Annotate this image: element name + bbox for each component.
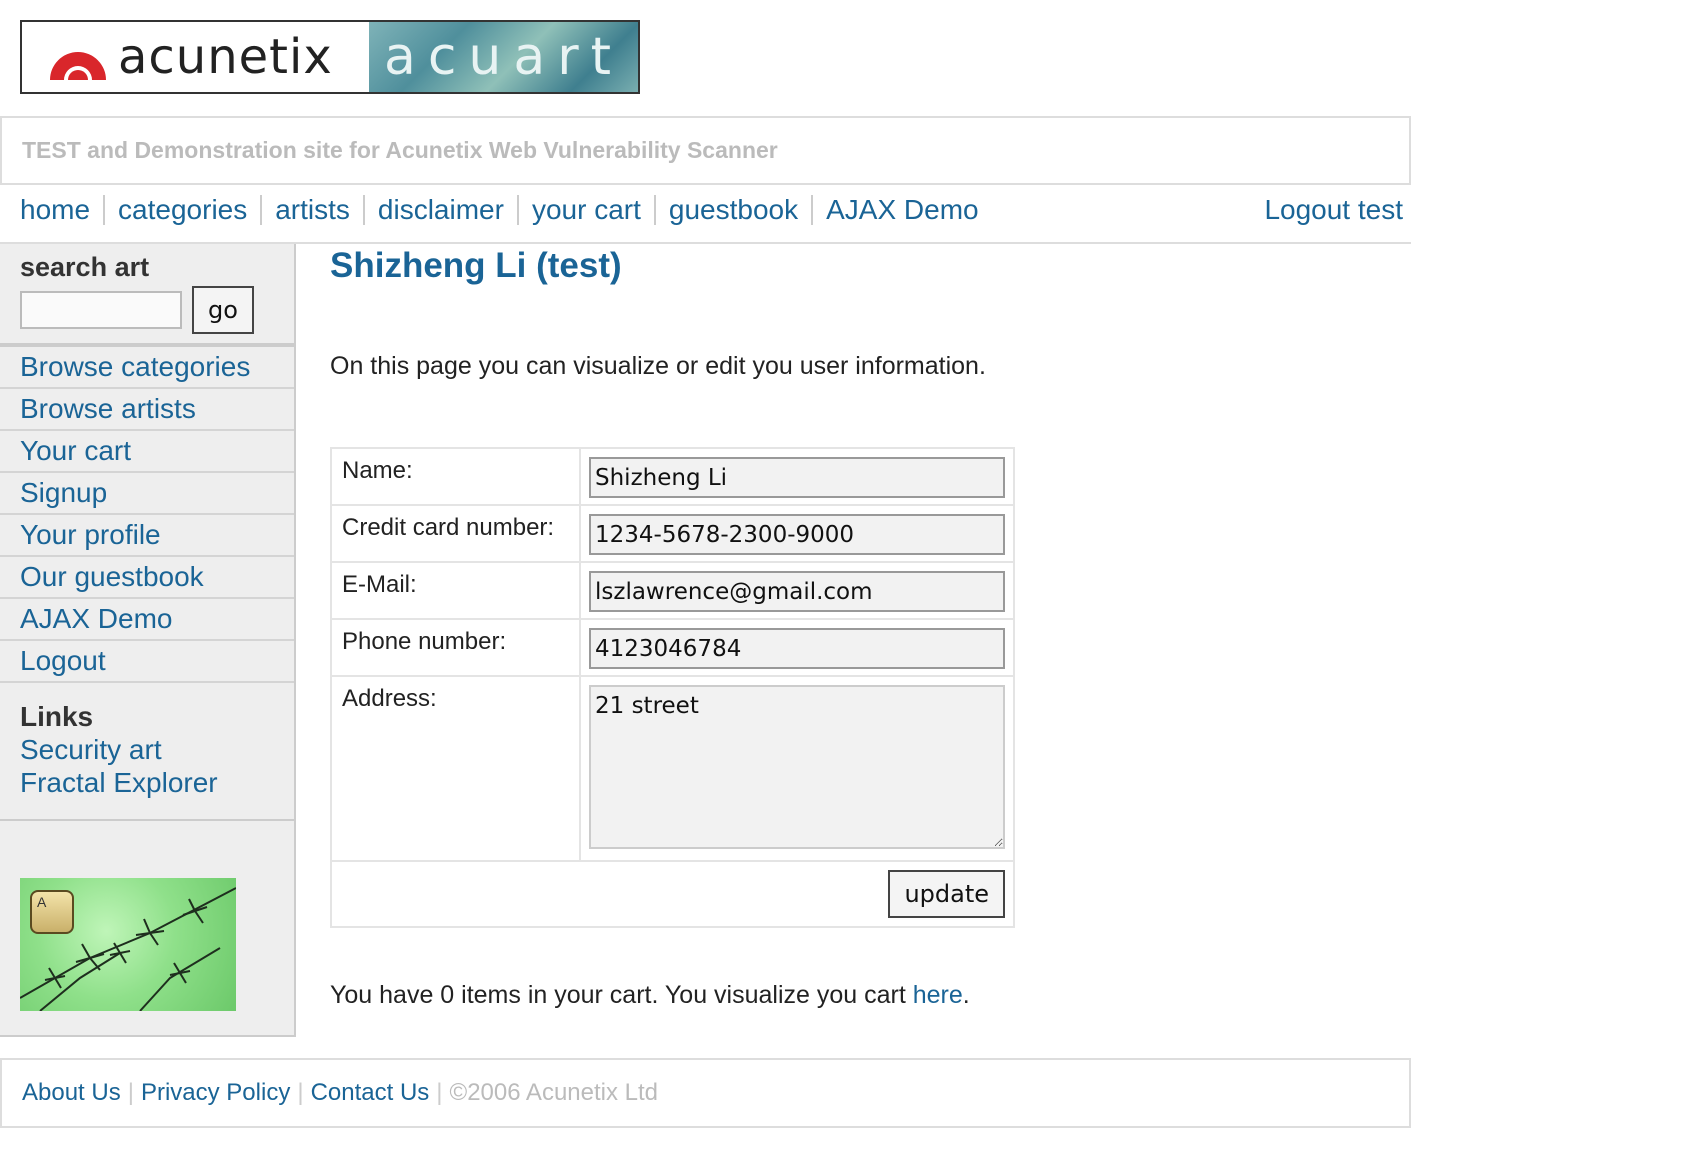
nav-categories[interactable]: categories (103, 195, 260, 225)
footer-about-us[interactable]: About Us (22, 1079, 121, 1107)
top-navigation: home categories artists disclaimer your … (0, 185, 1411, 244)
sidebar-item-your-profile[interactable]: Your profile (0, 515, 294, 557)
name-label: Name: (332, 449, 581, 504)
credit-card-field[interactable] (589, 514, 1005, 555)
logo-product-text: acuart (383, 27, 624, 87)
form-row-credit-card: Credit card number: (332, 506, 1013, 563)
nav-logout[interactable]: Logout test (1264, 185, 1403, 235)
footer-separator: | (436, 1079, 443, 1106)
email-label: E-Mail: (332, 563, 581, 618)
site-tagline: TEST and Demonstration site for Acunetix… (0, 116, 1411, 185)
sidebar-item-signup[interactable]: Signup (0, 473, 294, 515)
site-logo[interactable]: acunetix acuart (20, 20, 640, 94)
footer-privacy-policy[interactable]: Privacy Policy (141, 1079, 290, 1107)
footer-separator: | (127, 1079, 134, 1106)
sidebar-item-logout[interactable]: Logout (0, 641, 294, 683)
search-title: search art (20, 252, 150, 282)
sidebar: search art go Browse categories Browse a… (0, 244, 296, 1037)
sidebar-item-your-cart[interactable]: Your cart (0, 431, 294, 473)
acuart-logo: acuart (369, 22, 638, 92)
nav-your-cart[interactable]: your cart (516, 195, 654, 225)
form-row-email: E-Mail: (332, 563, 1013, 620)
cart-text-after: . (962, 981, 970, 1009)
sidebar-item-our-guestbook[interactable]: Our guestbook (0, 557, 294, 599)
nav-disclaimer[interactable]: disclaimer (362, 195, 517, 225)
acuart-badge-icon: A (30, 890, 74, 934)
footer-separator: | (297, 1079, 304, 1106)
form-row-phone: Phone number: (332, 620, 1013, 677)
cart-here-link[interactable]: here (913, 981, 963, 1009)
nav-guestbook[interactable]: guestbook (653, 195, 811, 225)
go-button[interactable]: go (192, 286, 254, 334)
fractal-banner-image[interactable]: A (20, 878, 236, 1011)
main-content: Shizheng Li (test) On this page you can … (330, 244, 1410, 1009)
search-input[interactable] (20, 291, 182, 329)
footer-contact-us[interactable]: Contact Us (311, 1079, 430, 1107)
address-field[interactable]: 21 street (589, 685, 1005, 849)
name-field[interactable] (589, 457, 1005, 498)
nav-ajax-demo[interactable]: AJAX Demo (811, 195, 992, 225)
logo-brand-text: acunetix (118, 29, 333, 85)
update-button[interactable]: update (888, 870, 1005, 918)
address-label: Address: (332, 677, 581, 860)
phone-label: Phone number: (332, 620, 581, 675)
footer-copyright: ©2006 Acunetix Ltd (449, 1079, 659, 1106)
sidebar-item-browse-categories[interactable]: Browse categories (0, 347, 294, 389)
links-title: Links (20, 701, 94, 732)
link-fractal-explorer[interactable]: Fractal Explorer (20, 766, 274, 799)
credit-card-label: Credit card number: (332, 506, 581, 561)
form-row-submit: update (332, 862, 1013, 926)
form-row-name: Name: (332, 449, 1013, 506)
sidebar-item-ajax-demo[interactable]: AJAX Demo (0, 599, 294, 641)
phone-field[interactable] (589, 628, 1005, 669)
nav-home[interactable]: home (20, 195, 103, 225)
cart-status-text: You have 0 items in your cart. You visua… (330, 981, 970, 1010)
link-security-art[interactable]: Security art (20, 733, 274, 766)
form-row-address: Address: 21 street (332, 677, 1013, 862)
email-field[interactable] (589, 571, 1005, 612)
footer: About Us | Privacy Policy | Contact Us |… (0, 1058, 1411, 1128)
intro-text: On this page you can visualize or edit y… (330, 352, 986, 380)
sidebar-item-browse-artists[interactable]: Browse artists (0, 389, 294, 431)
search-block: search art go (0, 244, 294, 347)
cart-text-before: You have 0 items in your cart. You visua… (330, 981, 913, 1009)
page-title: Shizheng Li (test) (330, 246, 622, 285)
nav-artists[interactable]: artists (260, 195, 363, 225)
acunetix-logo: acunetix (22, 22, 369, 92)
acunetix-arch-icon (46, 34, 110, 80)
links-block: Links Security art Fractal Explorer (0, 683, 294, 821)
user-info-form: Name: Credit card number: E-Mail: Phone … (330, 447, 1015, 928)
